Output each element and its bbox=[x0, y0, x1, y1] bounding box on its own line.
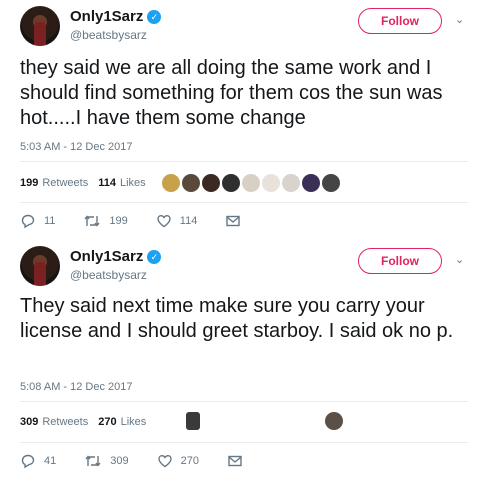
liker-avatars bbox=[325, 412, 343, 430]
liker-avatar[interactable] bbox=[282, 174, 300, 192]
like-total[interactable]: 114 bbox=[98, 177, 116, 189]
display-name[interactable]: Only1Sarz ✓ bbox=[70, 8, 162, 25]
heart-icon bbox=[157, 214, 171, 228]
like-action[interactable]: 114 bbox=[156, 213, 198, 229]
liker-avatar[interactable] bbox=[202, 174, 220, 192]
avatar[interactable] bbox=[20, 6, 60, 46]
retweet-action[interactable]: 309 bbox=[84, 453, 129, 469]
engagement-stats: 199 Retweets 114 Likes bbox=[20, 172, 146, 194]
user-handle[interactable]: @beatsbysarz bbox=[70, 268, 147, 282]
retweet-count: 199 bbox=[109, 215, 128, 227]
avatar[interactable] bbox=[20, 246, 60, 286]
direct-message-action[interactable] bbox=[227, 454, 243, 468]
liker-avatar[interactable] bbox=[242, 174, 260, 192]
divider bbox=[20, 161, 468, 162]
verified-badge-icon: ✓ bbox=[147, 9, 162, 24]
retweet-total[interactable]: 199 bbox=[20, 177, 38, 189]
reply-action[interactable]: 41 bbox=[20, 453, 56, 469]
reply-count: 41 bbox=[44, 455, 57, 467]
reply-action[interactable]: 11 bbox=[20, 213, 55, 229]
retweet-icon bbox=[84, 215, 100, 227]
like-total[interactable]: 270 bbox=[98, 416, 116, 428]
retweet-action[interactable]: 199 bbox=[83, 213, 128, 229]
engagement-stats: 309 Retweets 270 Likes bbox=[20, 411, 146, 433]
tweet: Only1Sarz ✓ @beatsbysarz Follow ⌄ they s… bbox=[0, 6, 481, 238]
tweet-actions: 11 199 114 bbox=[20, 212, 269, 230]
liker-avatar[interactable] bbox=[162, 174, 180, 192]
like-count: 270 bbox=[180, 455, 199, 467]
envelope-icon bbox=[228, 455, 242, 467]
retweet-count: 309 bbox=[110, 455, 129, 467]
divider bbox=[20, 401, 468, 402]
timestamp[interactable]: 5:03 AM - 12 Dec 2017 bbox=[20, 141, 133, 153]
retweet-total[interactable]: 309 bbox=[20, 416, 38, 428]
tweet-text: They said next time make sure you carry … bbox=[20, 295, 454, 342]
chevron-down-icon[interactable]: ⌄ bbox=[455, 253, 464, 266]
verified-badge-icon: ✓ bbox=[147, 249, 162, 264]
user-handle[interactable]: @beatsbysarz bbox=[70, 28, 147, 42]
display-name[interactable]: Only1Sarz ✓ bbox=[70, 248, 162, 265]
liker-avatar[interactable] bbox=[322, 174, 340, 192]
heart-icon bbox=[157, 454, 172, 468]
like-count: 114 bbox=[179, 215, 198, 227]
like-action[interactable]: 270 bbox=[157, 453, 199, 469]
liker-avatar[interactable] bbox=[302, 174, 320, 192]
timestamp[interactable]: 5:08 AM - 12 Dec 2017 bbox=[20, 381, 133, 393]
chevron-down-icon[interactable]: ⌄ bbox=[455, 13, 464, 26]
liker-avatar[interactable] bbox=[262, 174, 280, 192]
likes-label: Likes bbox=[120, 416, 147, 428]
tweet-text: they said we are all doing the same work… bbox=[20, 57, 443, 129]
follow-button[interactable]: Follow bbox=[358, 8, 442, 34]
liker-avatar[interactable] bbox=[222, 174, 240, 192]
retweets-label: Retweets bbox=[42, 416, 89, 428]
display-name-text: Only1Sarz bbox=[70, 248, 144, 265]
likes-label: Likes bbox=[119, 177, 146, 189]
direct-message-action[interactable] bbox=[225, 214, 241, 228]
reply-count: 11 bbox=[44, 215, 56, 227]
display-name-text: Only1Sarz bbox=[70, 8, 144, 25]
liker-avatars bbox=[186, 412, 200, 430]
reply-icon bbox=[21, 454, 35, 469]
follow-button[interactable]: Follow bbox=[358, 248, 442, 274]
liker-avatar[interactable] bbox=[325, 412, 343, 430]
divider bbox=[20, 442, 468, 443]
divider bbox=[20, 202, 468, 203]
liker-avatars bbox=[162, 174, 340, 192]
retweet-icon bbox=[85, 455, 101, 467]
tweet-actions: 41 309 270 bbox=[20, 452, 271, 470]
liker-avatar[interactable] bbox=[182, 174, 200, 192]
retweets-label: Retweets bbox=[42, 177, 89, 189]
reply-icon bbox=[21, 214, 35, 229]
liker-avatar[interactable] bbox=[186, 412, 200, 430]
tweet: Only1Sarz ✓ @beatsbysarz Follow ⌄ They s… bbox=[0, 246, 481, 476]
envelope-icon bbox=[226, 215, 241, 227]
